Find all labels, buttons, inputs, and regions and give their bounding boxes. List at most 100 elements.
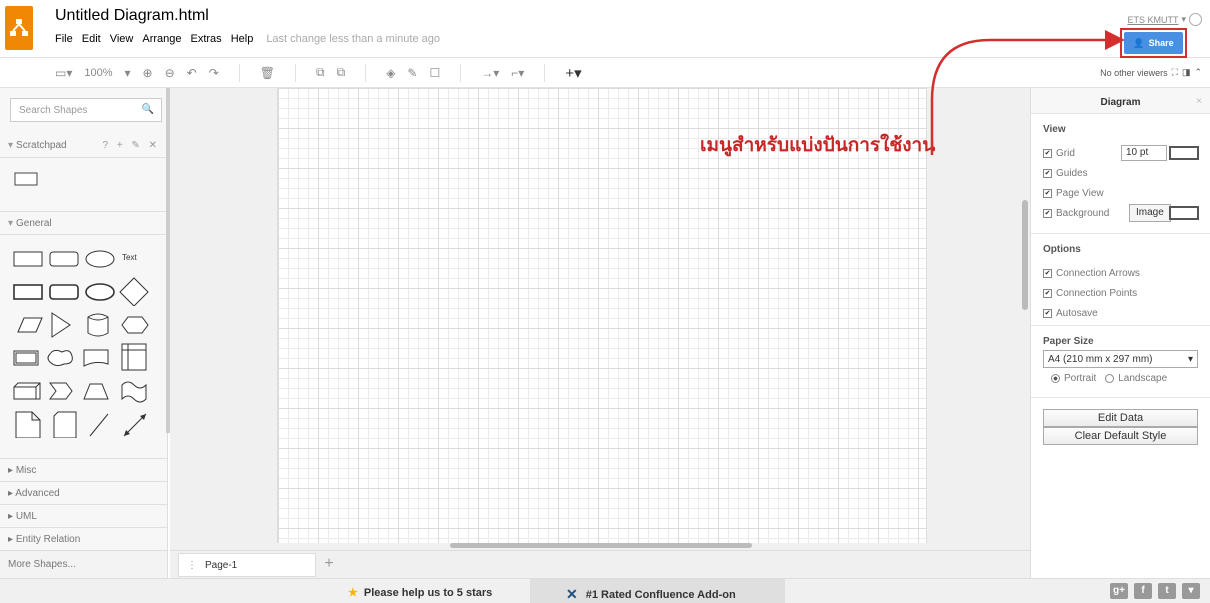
format-toggle-icon[interactable]: ◨ [1182,67,1191,78]
twitter-icon[interactable]: t [1158,583,1176,599]
chevron-down-icon: ▾ [8,140,14,151]
grid-option[interactable]: ✔ Grid 10 pt [1043,143,1199,163]
paper-size-section: Paper Size A4 (210 mm x 297 mm) ▾ Portra… [1031,326,1210,398]
shapes-row-3[interactable] [10,309,160,339]
user-menu[interactable]: ETS KMUTT ▾ [1127,13,1202,26]
connection-points-checkbox[interactable]: ✔ [1043,288,1052,298]
shapes-row-2[interactable] [10,276,160,306]
guides-checkbox[interactable]: ✔ [1043,168,1052,178]
connection-icon[interactable]: →▾ [481,66,499,80]
insert-icon[interactable]: +▾ [565,64,581,82]
grid-size-input[interactable]: 10 pt [1121,145,1167,161]
collapse-icon[interactable]: ⌃ [1194,67,1202,78]
more-shapes-button[interactable]: More Shapes... [0,550,167,578]
section-label: UML [15,511,37,522]
page-menu-icon[interactable]: ⋮ [187,560,197,571]
chevron-right-icon: ▸ [8,511,16,522]
chevron-down-icon: ▾ [8,218,14,229]
fill-color-icon[interactable]: ◈ [386,66,395,80]
paper-size-value: A4 (210 mm x 297 mm) [1048,353,1153,365]
general-shapes [10,241,160,439]
format-panel: Diagram × View ✔ Grid 10 pt ✔ Guides ✔ Page… [1030,88,1210,578]
menu-file[interactable]: File [55,33,73,45]
section-entity-relation[interactable]: ▸ Entity Relation [0,527,167,550]
background-checkbox[interactable]: ✔ [1043,208,1052,218]
shapes-row-6[interactable] [10,408,160,438]
portrait-radio[interactable] [1051,373,1060,383]
add-page-button[interactable]: + [318,554,340,576]
background-color-swatch[interactable] [1169,206,1199,220]
zoom-in-icon[interactable]: ⊕ [143,66,153,80]
menu-help[interactable]: Help [231,33,254,45]
image-button[interactable]: Image [1129,204,1171,222]
globe-icon[interactable] [1189,13,1202,26]
connection-arrows-checkbox[interactable]: ✔ [1043,268,1052,278]
close-icon[interactable]: × [1196,96,1202,107]
horizontal-scrollbar[interactable] [450,543,752,548]
autosave-checkbox[interactable]: ✔ [1043,308,1052,318]
fullscreen-icon[interactable]: ⛶ [1172,67,1178,78]
scratchpad-rectangle-shape[interactable] [14,172,38,186]
rate-promo[interactable]: ★ Please help us to 5 stars [348,586,492,600]
social-links: g+ f t ▾ [1110,583,1200,599]
clear-default-style-button[interactable]: Clear Default Style [1043,427,1198,445]
scratchpad-tools[interactable]: ? + ✎ ✕ [103,140,161,151]
connection-arrows-option[interactable]: ✔ Connection Arrows [1043,263,1198,283]
shapes-row-1[interactable] [10,243,160,273]
zoom-out-icon[interactable]: ⊖ [165,66,175,80]
undo-icon[interactable]: ↶ [187,66,197,80]
grid-color-swatch[interactable] [1169,146,1199,160]
section-uml[interactable]: ▸ UML [0,504,167,527]
menu-view[interactable]: View [110,33,134,45]
to-front-icon[interactable]: ⧉ [316,65,325,80]
confluence-promo[interactable]: ✕ #1 Rated Confluence Add-on [566,586,736,603]
search-icon[interactable]: 🔍 [142,104,154,115]
view-title: View [1043,124,1066,135]
general-header[interactable]: ▾ General [0,211,167,235]
shadow-icon[interactable]: ☐ [429,66,440,80]
shapes-row-5[interactable] [10,375,160,405]
user-name[interactable]: ETS KMUTT [1127,15,1178,25]
search-input[interactable]: Search Shapes 🔍 [10,98,162,122]
page-view-option[interactable]: ✔ Page View [1043,183,1198,203]
landscape-radio[interactable] [1105,373,1115,383]
text-shape[interactable]: Text [122,253,137,262]
vertical-scrollbar[interactable] [1022,200,1028,310]
waypoints-icon[interactable]: ⌐▾ [511,66,524,80]
to-back-icon[interactable]: ⧉ [337,65,346,80]
page-tab-label: Page-1 [205,560,238,571]
facebook-icon[interactable]: f [1134,583,1152,599]
shapes-row-4[interactable] [10,342,160,372]
edit-data-button[interactable]: Edit Data [1043,409,1198,427]
scratchpad-header[interactable]: ▾ Scratchpad ? + ✎ ✕ [0,134,167,158]
user-icon: 👤 [1133,37,1145,48]
page-tab[interactable]: ⋮ Page-1 [178,553,316,577]
zoom-select[interactable]: 100% [84,67,112,79]
toolbar: ▭▾ 100% ▾ ⊕ ⊖ ↶ ↷ 🗑 ⧉ ⧉ ◈ ✎ ☐ →▾ ⌐▾ +▾ N… [0,58,1210,88]
menu-extras[interactable]: Extras [191,33,222,45]
share-label: Share [1148,38,1174,48]
google-plus-icon[interactable]: g+ [1110,583,1128,599]
paper-size-select[interactable]: A4 (210 mm x 297 mm) ▾ [1043,350,1198,368]
menu-arrange[interactable]: Arrange [142,33,181,45]
app-logo[interactable] [5,6,33,50]
chevron-down-icon: ▾ [1187,353,1193,365]
autosave-label: Autosave [1056,307,1098,319]
document-title[interactable]: Untitled Diagram.html [55,7,209,25]
share-annotation: เมนูสำหรับแบ่งปันการใช้งาน [700,134,936,156]
guides-option[interactable]: ✔ Guides [1043,163,1198,183]
section-advanced[interactable]: ▸ Advanced [0,481,167,504]
redo-icon[interactable]: ↷ [209,66,219,80]
format-panel-icon[interactable]: ▭▾ [55,66,72,80]
feedback-icon[interactable]: ▾ [1182,583,1200,599]
background-option[interactable]: ✔ Background Image [1043,203,1199,223]
autosave-option[interactable]: ✔ Autosave [1043,303,1198,323]
page-view-checkbox[interactable]: ✔ [1043,188,1052,198]
grid-checkbox[interactable]: ✔ [1043,148,1052,158]
delete-icon[interactable]: 🗑 [260,66,275,80]
line-color-icon[interactable]: ✎ [407,66,417,80]
connection-points-option[interactable]: ✔ Connection Points [1043,283,1198,303]
menu-edit[interactable]: Edit [82,33,101,45]
share-button[interactable]: 👤 Share [1124,32,1183,54]
section-misc[interactable]: ▸ Misc [0,458,167,481]
